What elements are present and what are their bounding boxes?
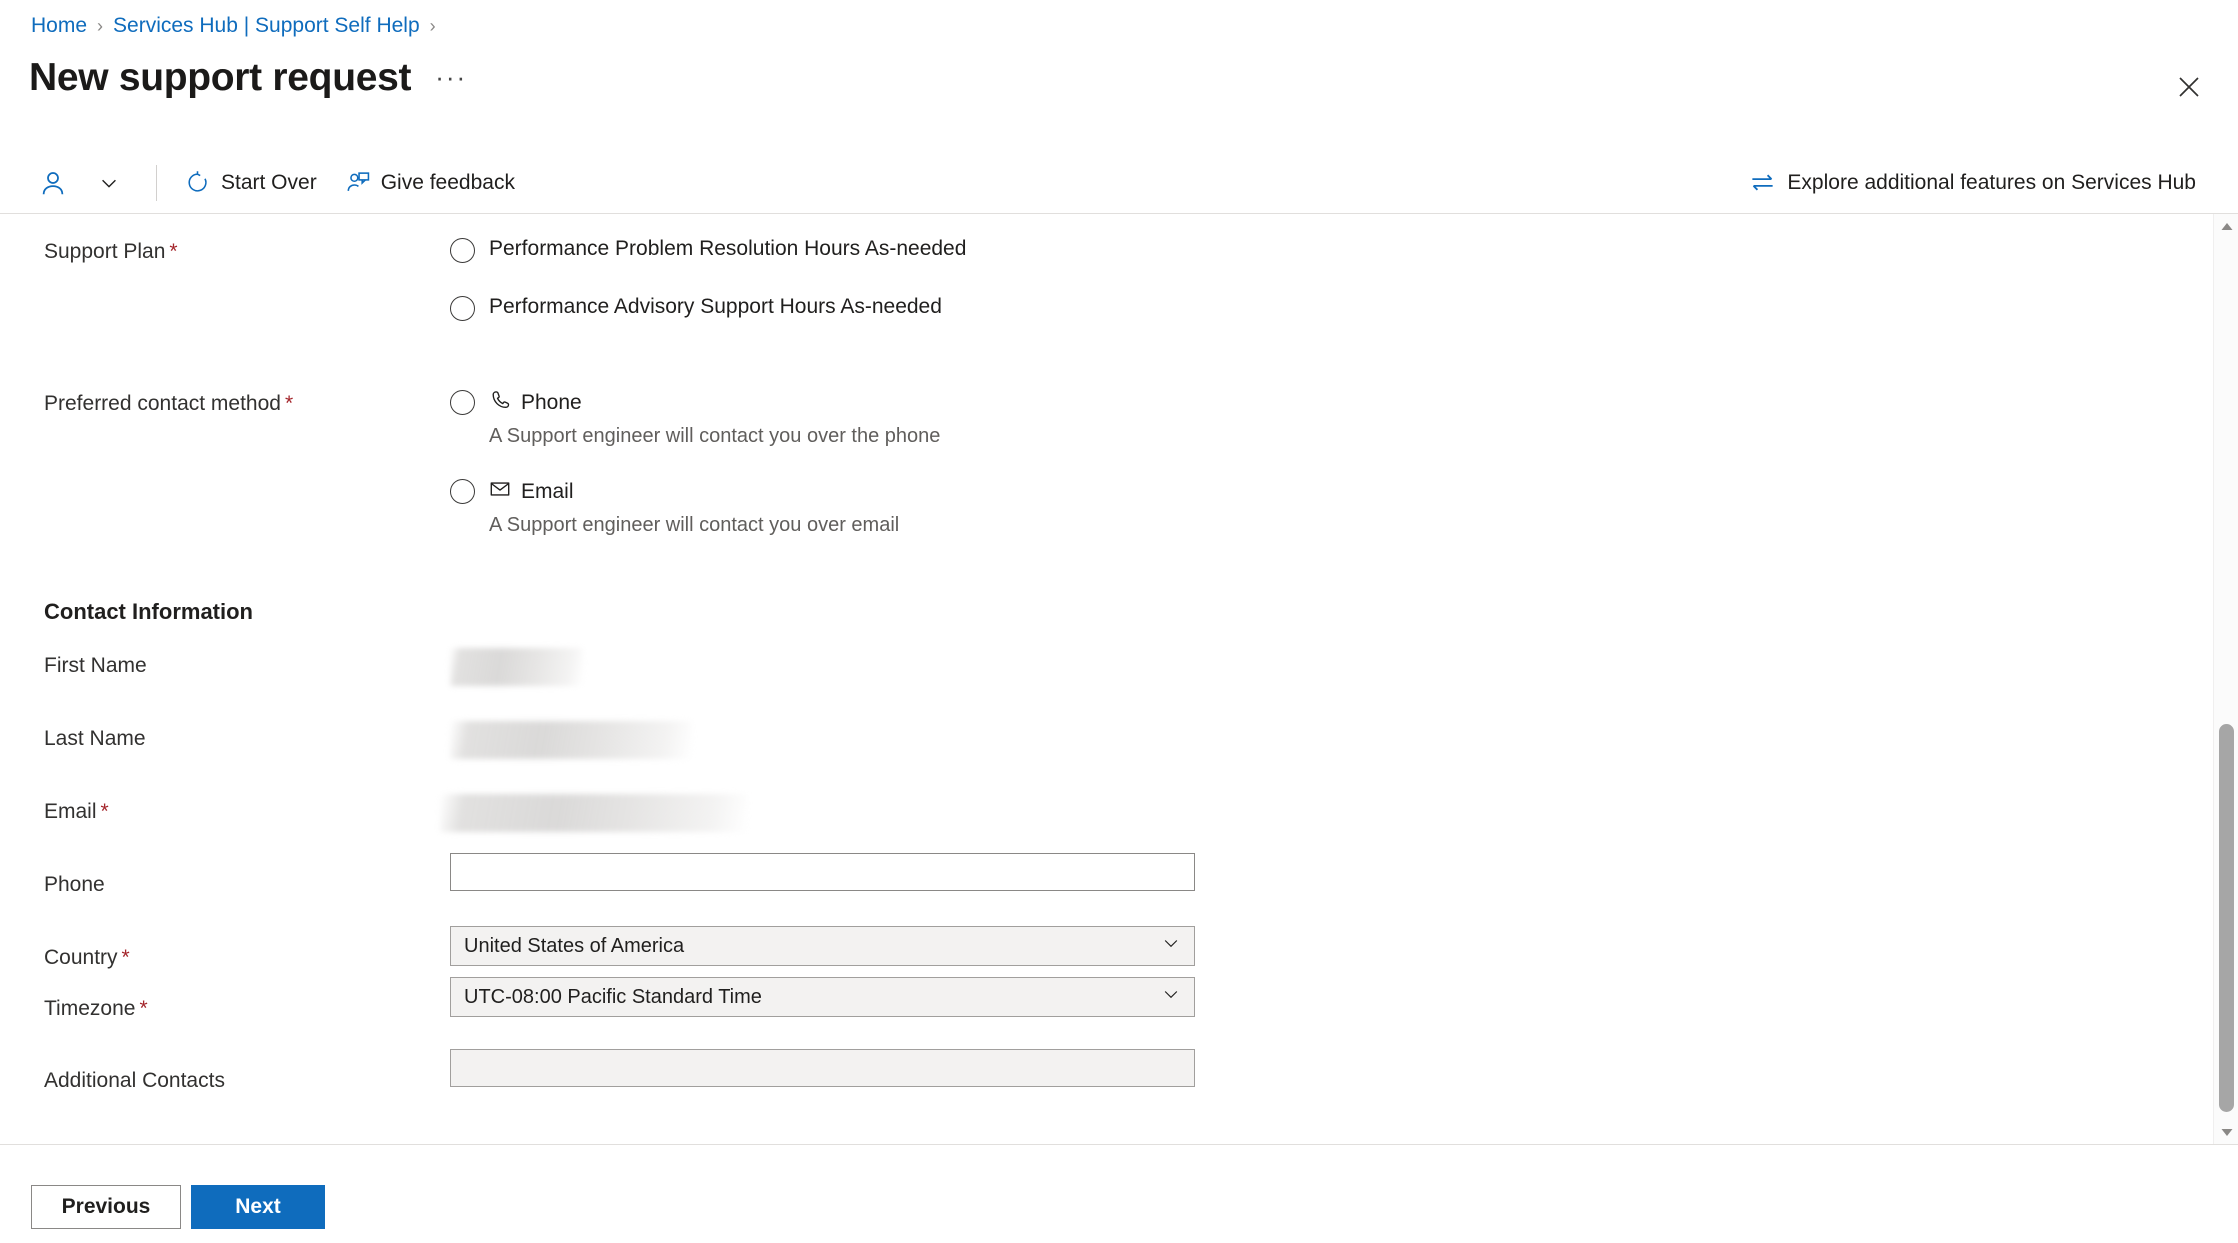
support-plan-radio-group: Performance Problem Resolution Hours As-… — [450, 237, 966, 321]
chevron-down-icon — [68, 172, 142, 194]
radio-option-label: Performance Advisory Support Hours As-ne… — [489, 295, 942, 318]
timezone-dropdown-wrapper: UTC-08:00 Pacific Standard Time — [450, 977, 1195, 1017]
give-feedback-label: Give feedback — [380, 170, 515, 194]
breadcrumb-separator-icon: › — [429, 15, 436, 36]
timezone-selected-value: UTC-08:00 Pacific Standard Time — [464, 985, 762, 1008]
start-over-label: Start Over — [221, 170, 317, 194]
toolbar-divider — [156, 164, 157, 201]
support-plan-required-indicator: * — [169, 240, 178, 263]
mail-icon — [489, 478, 511, 506]
start-over-button[interactable]: Start Over — [171, 164, 331, 201]
scroll-down-button[interactable] — [2214, 1120, 2238, 1144]
support-plan-label: Support Plan — [44, 240, 166, 263]
phone-field-wrapper — [450, 853, 1195, 891]
email-required-indicator: * — [100, 800, 109, 823]
email-option-description: A Support engineer will contact you over… — [489, 514, 900, 536]
support-plan-label-row: Support Plan * — [44, 240, 178, 264]
new-support-request-page: Home › Services Hub | Support Self Help … — [0, 0, 2238, 1243]
breadcrumb-item-home[interactable]: Home — [31, 14, 87, 38]
radio-option-performance-advisory-support[interactable]: Performance Advisory Support Hours As-ne… — [450, 295, 966, 321]
explore-services-hub-label: Explore additional features on Services … — [1787, 170, 2196, 194]
last-name-label-row: Last Name — [44, 727, 146, 751]
phone-label-row: Phone — [44, 873, 105, 897]
toolbar-left-group: Start Over Give feedback — [0, 164, 529, 201]
radio-option-phone[interactable]: Phone A Support engineer will contact yo… — [450, 389, 940, 448]
chevron-up-icon — [2221, 222, 2232, 230]
radio-option-performance-problem-resolution[interactable]: Performance Problem Resolution Hours As-… — [450, 237, 966, 263]
redacted-value — [450, 721, 692, 759]
radio-option-label: Email — [521, 480, 574, 503]
phone-icon — [489, 389, 511, 417]
chevron-down-icon — [1161, 933, 1181, 959]
person-icon — [38, 168, 68, 198]
email-label: Email — [44, 800, 97, 823]
redacted-value — [440, 794, 747, 832]
radio-indicator[interactable] — [450, 296, 475, 321]
email-label-row: Email * — [44, 800, 109, 824]
last-name-label: Last Name — [44, 727, 146, 750]
wizard-footer: Previous Next — [0, 1144, 2238, 1243]
redacted-value — [450, 648, 583, 686]
persona-menu-button[interactable] — [38, 168, 142, 198]
first-name-label: First Name — [44, 654, 147, 677]
country-dropdown-wrapper: United States of America — [450, 926, 1195, 966]
last-name-value — [450, 721, 692, 759]
close-button[interactable] — [2170, 68, 2208, 106]
additional-contacts-label: Additional Contacts — [44, 1069, 225, 1092]
overflow-menu-button[interactable]: ··· — [429, 64, 473, 90]
contact-method-label: Preferred contact method — [44, 392, 281, 415]
phone-field-label: Phone — [44, 873, 105, 896]
phone-option-description: A Support engineer will contact you over… — [489, 425, 941, 447]
page-title-row: New support request ··· — [29, 58, 473, 97]
page-title: New support request — [29, 56, 412, 99]
previous-button[interactable]: Previous — [31, 1185, 181, 1229]
country-required-indicator: * — [121, 946, 130, 969]
radio-indicator[interactable] — [450, 390, 475, 415]
give-feedback-button[interactable]: Give feedback — [331, 164, 529, 201]
toolbar-right-group: Explore additional features on Services … — [1735, 163, 2238, 202]
radio-option-label: Phone — [521, 391, 582, 414]
first-name-label-row: First Name — [44, 654, 147, 678]
radio-indicator[interactable] — [450, 238, 475, 263]
email-value — [440, 794, 747, 832]
additional-contacts-input[interactable] — [450, 1049, 1195, 1087]
swap-arrows-icon — [1749, 169, 1776, 196]
scroll-up-button[interactable] — [2214, 214, 2238, 238]
timezone-required-indicator: * — [139, 997, 148, 1020]
command-toolbar: Start Over Give feedback Explore additio… — [0, 152, 2238, 214]
radio-option-email[interactable]: Email A Support engineer will contact yo… — [450, 478, 940, 537]
contact-method-radio-group: Phone A Support engineer will contact yo… — [450, 389, 940, 537]
form-body: Support Plan * Performance Problem Resol… — [0, 214, 2205, 1144]
additional-contacts-label-row: Additional Contacts — [44, 1069, 225, 1093]
timezone-dropdown[interactable]: UTC-08:00 Pacific Standard Time — [450, 977, 1195, 1017]
radio-indicator[interactable] — [450, 479, 475, 504]
country-dropdown[interactable]: United States of America — [450, 926, 1195, 966]
additional-contacts-wrapper — [450, 1049, 1195, 1087]
country-label-row: Country * — [44, 946, 130, 970]
breadcrumb-item-services-hub[interactable]: Services Hub | Support Self Help — [113, 14, 420, 38]
chevron-down-icon — [1161, 984, 1181, 1010]
breadcrumb: Home › Services Hub | Support Self Help … — [31, 14, 436, 38]
phone-input[interactable] — [450, 853, 1195, 891]
contact-method-required-indicator: * — [284, 392, 294, 415]
chevron-down-icon — [2221, 1128, 2232, 1136]
country-selected-value: United States of America — [464, 934, 685, 957]
timezone-label-row: Timezone * — [44, 997, 148, 1021]
vertical-scrollbar[interactable] — [2213, 214, 2238, 1144]
refresh-icon — [185, 170, 210, 195]
timezone-label: Timezone — [44, 997, 136, 1020]
scrollbar-thumb[interactable] — [2219, 724, 2234, 1112]
explore-services-hub-link[interactable]: Explore additional features on Services … — [1735, 163, 2210, 202]
contact-information-heading: Contact Information — [44, 599, 253, 624]
first-name-value — [450, 648, 583, 686]
contact-method-label-row: Preferred contact method * — [44, 392, 293, 416]
breadcrumb-separator-icon: › — [97, 15, 104, 36]
country-label: Country — [44, 946, 118, 969]
radio-option-label: Performance Problem Resolution Hours As-… — [489, 237, 967, 260]
next-button[interactable]: Next — [191, 1185, 325, 1229]
close-icon — [2179, 77, 2199, 97]
person-feedback-icon — [345, 170, 370, 195]
